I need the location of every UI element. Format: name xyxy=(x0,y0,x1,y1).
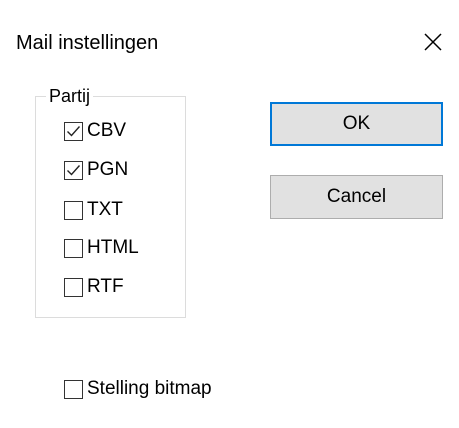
checkbox-label-pgn: PGN xyxy=(87,159,129,180)
title-bar: Mail instellingen xyxy=(0,0,459,79)
checkbox-box[interactable] xyxy=(64,379,83,399)
checkbox-pgn[interactable]: PGN xyxy=(64,158,128,182)
checkmark-icon xyxy=(67,164,81,176)
checkbox-box[interactable] xyxy=(64,238,83,258)
dialog-body: Partij CBV PGN TXT HTML RTF Stelling bit… xyxy=(0,79,459,428)
checkbox-box[interactable] xyxy=(64,200,83,220)
checkbox-cbv[interactable]: CBV xyxy=(64,119,126,143)
checkbox-txt[interactable]: TXT xyxy=(64,198,123,222)
checkmark-icon xyxy=(67,125,81,137)
mail-settings-dialog: Mail instellingen Partij CBV PGN TXT HTM… xyxy=(0,0,459,428)
checkbox-rtf[interactable]: RTF xyxy=(64,275,124,299)
checkbox-label-html: HTML xyxy=(87,237,139,258)
close-button[interactable] xyxy=(410,20,454,64)
checkbox-stelling-bitmap[interactable]: Stelling bitmap xyxy=(64,377,212,401)
groupbox-legend: Partij xyxy=(46,85,94,107)
checkbox-box[interactable] xyxy=(64,121,83,141)
window-title: Mail instellingen xyxy=(16,32,159,54)
checkbox-box[interactable] xyxy=(64,277,83,297)
checkbox-box[interactable] xyxy=(64,160,83,180)
close-icon xyxy=(424,33,442,51)
checkbox-html[interactable]: HTML xyxy=(64,236,139,260)
checkbox-label-rtf: RTF xyxy=(87,276,124,297)
ok-button[interactable]: OK xyxy=(270,102,443,146)
checkbox-label-cbv: CBV xyxy=(87,120,127,141)
cancel-button[interactable]: Cancel xyxy=(270,175,443,219)
checkbox-label-txt: TXT xyxy=(87,199,123,220)
checkbox-label-stelling-bitmap: Stelling bitmap xyxy=(87,378,212,399)
